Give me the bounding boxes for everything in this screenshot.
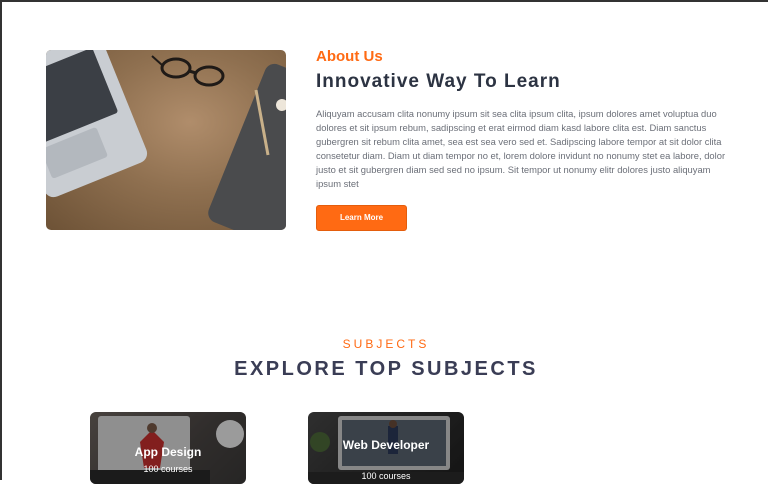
about-title: Innovative Way To Learn [316, 71, 561, 92]
subjects-title: EXPLORE TOP SUBJECTS [234, 358, 538, 380]
about-section: About Us Innovative Way To Learn Aliquya… [316, 48, 730, 231]
card-title: Web Developer [342, 438, 430, 452]
about-image [46, 50, 286, 230]
about-eyebrow: About Us [316, 48, 383, 65]
about-body: Aliquyam accusam clita nonumy ipsum sit … [316, 108, 726, 189]
card-course-count: 100 courses [143, 464, 193, 474]
learn-more-button[interactable]: Learn More [316, 205, 407, 231]
subject-card-app-design[interactable]: App Design 100 courses [90, 412, 246, 484]
card-title: App Design [134, 445, 202, 459]
subject-card-web-developer[interactable]: Web Developer 100 courses [308, 412, 464, 484]
subjects-eyebrow: SUBJECTS [342, 337, 430, 351]
